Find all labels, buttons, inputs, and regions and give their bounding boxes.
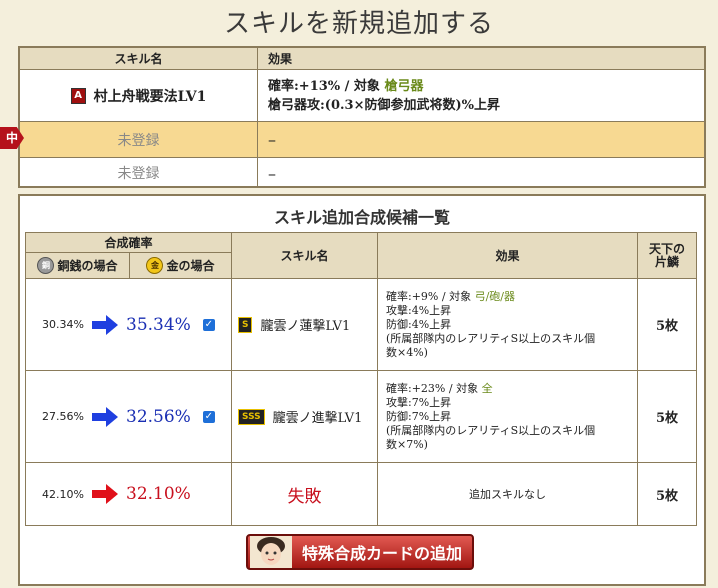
rate-cell: 42.10% 32.10% bbox=[26, 463, 232, 525]
effect-cell: 確率:+9% / 対象 弓/砲/器 攻撃:4%上昇 防御:4%上昇 (所属部隊内… bbox=[378, 279, 638, 371]
skill-name-cell: SSS 朧雲ノ進撃LV1 bbox=[232, 371, 378, 463]
page-title: スキルを新規追加する bbox=[223, 9, 494, 39]
rank-sss-badge: SSS bbox=[238, 408, 265, 425]
arrow-right-icon bbox=[92, 406, 118, 427]
effect-target: 槍弓器 bbox=[384, 78, 424, 94]
header-shards: 天下の 片鱗 bbox=[638, 233, 696, 279]
rate-cell: 27.56% 32.56% ✓ bbox=[26, 371, 232, 463]
skill-effect: 確率:+13% / 対象 槍弓器 槍弓器攻:(0.3×防御参加武将数)%上昇 bbox=[258, 70, 704, 121]
gold-rate: 32.10% bbox=[126, 484, 191, 504]
effect-line2: 槍弓器攻:(0.3×防御参加武将数)%上昇 bbox=[268, 97, 500, 113]
effect-line1: 確率:+13% / 対象 bbox=[268, 78, 385, 94]
effect-cell: 確率:+23% / 対象 全 攻撃:7%上昇 防御:7%上昇 (所属部隊内のレア… bbox=[378, 371, 638, 463]
skill-slot-2[interactable]: 未登録 – bbox=[20, 122, 704, 158]
header-effect: 効果 bbox=[378, 233, 638, 279]
add-special-card-button[interactable]: 特殊合成カードの追加 bbox=[246, 534, 474, 570]
header-skill-name: スキル名 bbox=[232, 233, 378, 279]
slot-empty-effect: – bbox=[268, 163, 276, 183]
slot-empty-effect: – bbox=[268, 130, 276, 149]
skill-name: 朧雲ノ蓮撃LV1 bbox=[260, 319, 351, 334]
gold-coin-icon: 金 bbox=[146, 257, 164, 274]
select-checkbox[interactable]: ✓ bbox=[202, 318, 215, 331]
copper-rate: 30.34% bbox=[42, 318, 84, 331]
header-gold: 金金の場合 bbox=[130, 253, 232, 279]
gold-rate: 35.34% bbox=[126, 314, 191, 335]
candidates-panel: スキル追加合成候補一覧 合成確率 銅銅銭の場合 金金の場合 スキル名 効果 天下… bbox=[18, 194, 706, 586]
skill-slot-1[interactable]: A 村上舟戦要法LV1 確率:+13% / 対象 槍弓器 槍弓器攻:(0.3×防… bbox=[20, 70, 704, 122]
shard-count: 5枚 bbox=[638, 279, 696, 371]
rank-s-badge: S bbox=[238, 316, 253, 333]
skill-slot-3[interactable]: 未登録 – bbox=[20, 158, 704, 188]
select-checkbox[interactable]: ✓ bbox=[202, 410, 215, 423]
candidates-table: 合成確率 銅銅銭の場合 金金の場合 スキル名 効果 天下の 片鱗 30.34% … bbox=[25, 232, 697, 526]
failure-label: 失敗 bbox=[232, 463, 378, 525]
candidates-title: スキル追加合成候補一覧 bbox=[273, 208, 450, 227]
slot-empty-label: 未登録 bbox=[20, 158, 258, 188]
shard-count: 5枚 bbox=[638, 371, 696, 463]
rank-a-badge: A bbox=[70, 87, 86, 104]
current-skills-panel: スキル名 効果 A 村上舟戦要法LV1 確率:+13% / 対象 槍弓器 槍弓器… bbox=[18, 46, 706, 188]
skill-name: 朧雲ノ進撃LV1 bbox=[272, 411, 363, 426]
header-skill-name: スキル名 bbox=[20, 48, 258, 69]
slot-empty-label: 未登録 bbox=[20, 122, 258, 157]
add-special-card-label: 特殊合成カードの追加 bbox=[302, 544, 463, 563]
arrow-right-icon bbox=[92, 484, 118, 504]
copper-coin-icon: 銅 bbox=[37, 257, 55, 274]
character-portrait-icon bbox=[250, 536, 292, 568]
skill-name: 村上舟戦要法LV1 bbox=[93, 88, 207, 105]
skill-name-cell: S 朧雲ノ蓮撃LV1 bbox=[232, 279, 378, 371]
arrow-right-icon bbox=[92, 314, 118, 335]
header-rate: 合成確率 bbox=[26, 233, 232, 253]
gold-rate: 32.56% bbox=[126, 406, 191, 427]
header-copper: 銅銅銭の場合 bbox=[26, 253, 130, 279]
shard-count: 5枚 bbox=[655, 488, 679, 504]
copper-rate: 42.10% bbox=[42, 487, 84, 501]
no-skill-effect: 追加スキルなし bbox=[378, 463, 638, 525]
rate-cell: 30.34% 35.34% ✓ bbox=[26, 279, 232, 371]
copper-rate: 27.56% bbox=[42, 410, 84, 423]
current-skills-header: スキル名 効果 bbox=[20, 48, 704, 70]
header-effect: 効果 bbox=[268, 52, 293, 66]
